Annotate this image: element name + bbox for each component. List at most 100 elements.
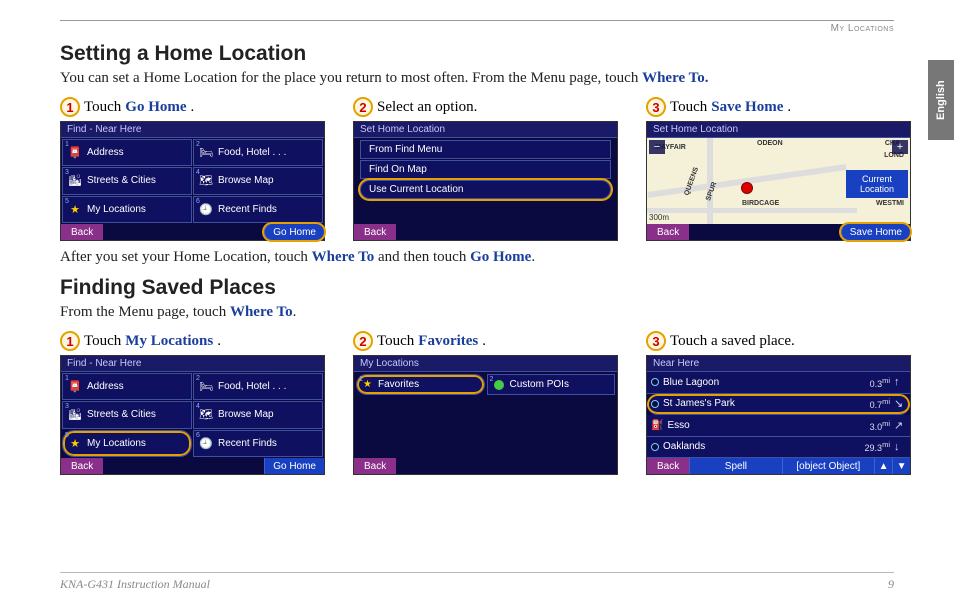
tile-favorites[interactable]: 1★Favorites (356, 374, 485, 395)
link-where-to-3: Where To (230, 304, 293, 320)
distance: 3.0mi (870, 419, 890, 432)
screenshot-map-save-home: Set Home Location MAYFAIR ODEON CHA LOND… (646, 121, 911, 241)
tile-food-hotel[interactable]: 2🛏Food, Hotel . . . (193, 373, 323, 400)
back-button[interactable]: Back (647, 224, 689, 240)
back-button[interactable]: Back (647, 458, 689, 474)
ss-footer: Back Go Home (61, 224, 324, 240)
link-go-home-2: Go Home (470, 249, 531, 265)
ss-body: 1📮Address 2🛏Food, Hotel . . . 3🏙Streets … (61, 138, 324, 224)
tile-streets[interactable]: 3🏙Streets & Cities (62, 401, 192, 428)
near-button[interactable]: [object Object] (782, 458, 874, 474)
ss-footer: Back Go Home (61, 458, 324, 474)
ss-body: Blue Lagoon 0.3mi ↑ St James's Park 0.7m… (647, 372, 910, 458)
step2-1-col: 1 Touch My Locations. Find - Near Here 1… (60, 331, 325, 475)
tile-address[interactable]: 1📮Address (62, 373, 192, 400)
option-find-on-map[interactable]: Find On Map (360, 160, 611, 179)
minus-icon: − (654, 141, 660, 153)
bed-icon: 🛏 (198, 380, 214, 394)
back-button[interactable]: Back (354, 458, 396, 474)
after-text: After you set your Home Location, touch … (60, 249, 894, 266)
tile-recent-finds[interactable]: 6🕘Recent Finds (193, 430, 323, 457)
tile-food-hotel[interactable]: 2🛏Food, Hotel . . . (193, 139, 323, 166)
screenshot-near-here-list: Near Here Blue Lagoon 0.3mi ↑ St James's… (646, 355, 911, 475)
list-item[interactable]: Oaklands 29.3mi ↓ (647, 437, 910, 459)
zoom-in-button[interactable]: + (892, 140, 908, 154)
tile-recent-finds[interactable]: 6🕘Recent Finds (193, 196, 323, 223)
back-button[interactable]: Back (61, 224, 103, 240)
spell-button[interactable]: Spell (689, 458, 781, 474)
step2-1-label: 1 Touch My Locations. (60, 331, 325, 351)
tile-browse-map[interactable]: 4🗺Browse Map (193, 167, 323, 194)
ss-footer: Back (354, 458, 617, 474)
tile-address[interactable]: 1📮Address (62, 139, 192, 166)
save-home-button[interactable]: Save Home (841, 224, 910, 240)
tile-label: Browse Map (218, 409, 274, 420)
zoom-out-button[interactable]: − (649, 140, 665, 154)
top-rule (60, 20, 894, 21)
buildings-icon: 🏙 (67, 174, 83, 188)
tile-my-locations[interactable]: 5★My Locations (62, 196, 192, 223)
s2s2-post: . (482, 333, 486, 350)
step-1-label: 1 Touch Go Home. (60, 97, 325, 117)
tile-label: Recent Finds (218, 438, 277, 449)
page-footer: KNA-G431 Instruction Manual 9 (60, 572, 894, 592)
link-favorites: Favorites (418, 333, 478, 350)
scroll-up-button[interactable]: ▲ (874, 458, 892, 474)
go-home-button[interactable]: Go Home (264, 224, 324, 240)
map-label: BIRDCAGE (742, 200, 779, 207)
option-use-current-location[interactable]: Use Current Location (360, 180, 611, 199)
intro-text-1: You can set a Home Location for the plac… (60, 70, 894, 87)
list-item[interactable]: St James's Park 0.7mi ↘ (647, 394, 910, 416)
place-name: Oaklands (663, 441, 705, 452)
step-2-col: 2 Select an option. Set Home Location Fr… (353, 97, 618, 241)
back-button[interactable]: Back (61, 458, 103, 474)
list-item[interactable]: Blue Lagoon 0.3mi ↑ (647, 372, 910, 394)
screenshot-find-near-here-2: Find - Near Here 1📮Address 2🛏Food, Hotel… (60, 355, 325, 475)
map-view[interactable]: MAYFAIR ODEON CHA LOND BIRDCAGE WESTMI Q… (647, 138, 910, 224)
up-arrow-icon[interactable]: ↑ (894, 376, 906, 388)
bed-icon: 🛏 (198, 146, 214, 160)
map-label: QUEENS (683, 166, 700, 196)
dir-arrow-icon: ↗ (894, 419, 906, 432)
step-2-label: 2 Select an option. (353, 97, 618, 117)
poi-dot-icon (651, 400, 659, 408)
back-button[interactable]: Back (354, 224, 396, 240)
after-c: . (531, 249, 535, 265)
intro-text-2: From the Menu page, touch Where To. (60, 304, 894, 321)
step-number-icon: 1 (60, 331, 80, 351)
star-icon: ★ (67, 202, 83, 216)
current-location-button[interactable]: Current Location (846, 170, 908, 198)
ss-title: Near Here (647, 356, 910, 372)
go-home-button[interactable]: Go Home (264, 458, 324, 474)
map-pin-icon (742, 183, 752, 193)
step-number-icon: 2 (353, 97, 373, 117)
ss-footer: Back (354, 224, 617, 240)
tile-streets[interactable]: 3🏙Streets & Cities (62, 167, 192, 194)
ss-body: 1★Favorites 2Custom POIs (354, 372, 617, 458)
step1-pre: Touch (84, 99, 121, 116)
scroll-down-button[interactable]: ▼ (892, 458, 910, 474)
step1-post: . (191, 99, 195, 116)
tile-label: Address (87, 381, 124, 392)
ss-spacer (103, 458, 264, 474)
tile-label: Address (87, 147, 124, 158)
option-from-find-menu[interactable]: From Find Menu (360, 140, 611, 159)
tile-my-locations[interactable]: 5★My Locations (62, 430, 192, 457)
tile-grid: 1📮Address 2🛏Food, Hotel . . . 3🏙Streets … (61, 372, 324, 458)
tile-browse-map[interactable]: 4🗺Browse Map (193, 401, 323, 428)
list-item[interactable]: ⛽ Esso 3.0mi ↗ (647, 415, 910, 437)
dir-arrow-icon: ↘ (894, 397, 906, 410)
s2s2-pre: Touch (377, 333, 414, 350)
intro2-a: From the Menu page, touch (60, 304, 230, 320)
plus-icon: + (897, 141, 903, 153)
step-number-icon: 2 (353, 331, 373, 351)
poi-dot-icon (651, 378, 659, 386)
s2s3-text: Touch a saved place. (670, 333, 795, 350)
tile-custom-pois[interactable]: 2Custom POIs (487, 374, 616, 395)
map-icon: 🗺 (198, 408, 214, 422)
option-list: From Find Menu Find On Map Use Current L… (354, 138, 617, 201)
down-arrow-icon[interactable]: ↓ (894, 441, 906, 453)
ss-footer: Back Spell [object Object] ▲ ▼ (647, 458, 910, 474)
poi-icon (494, 380, 504, 390)
link-where-to-2: Where To (312, 249, 375, 265)
